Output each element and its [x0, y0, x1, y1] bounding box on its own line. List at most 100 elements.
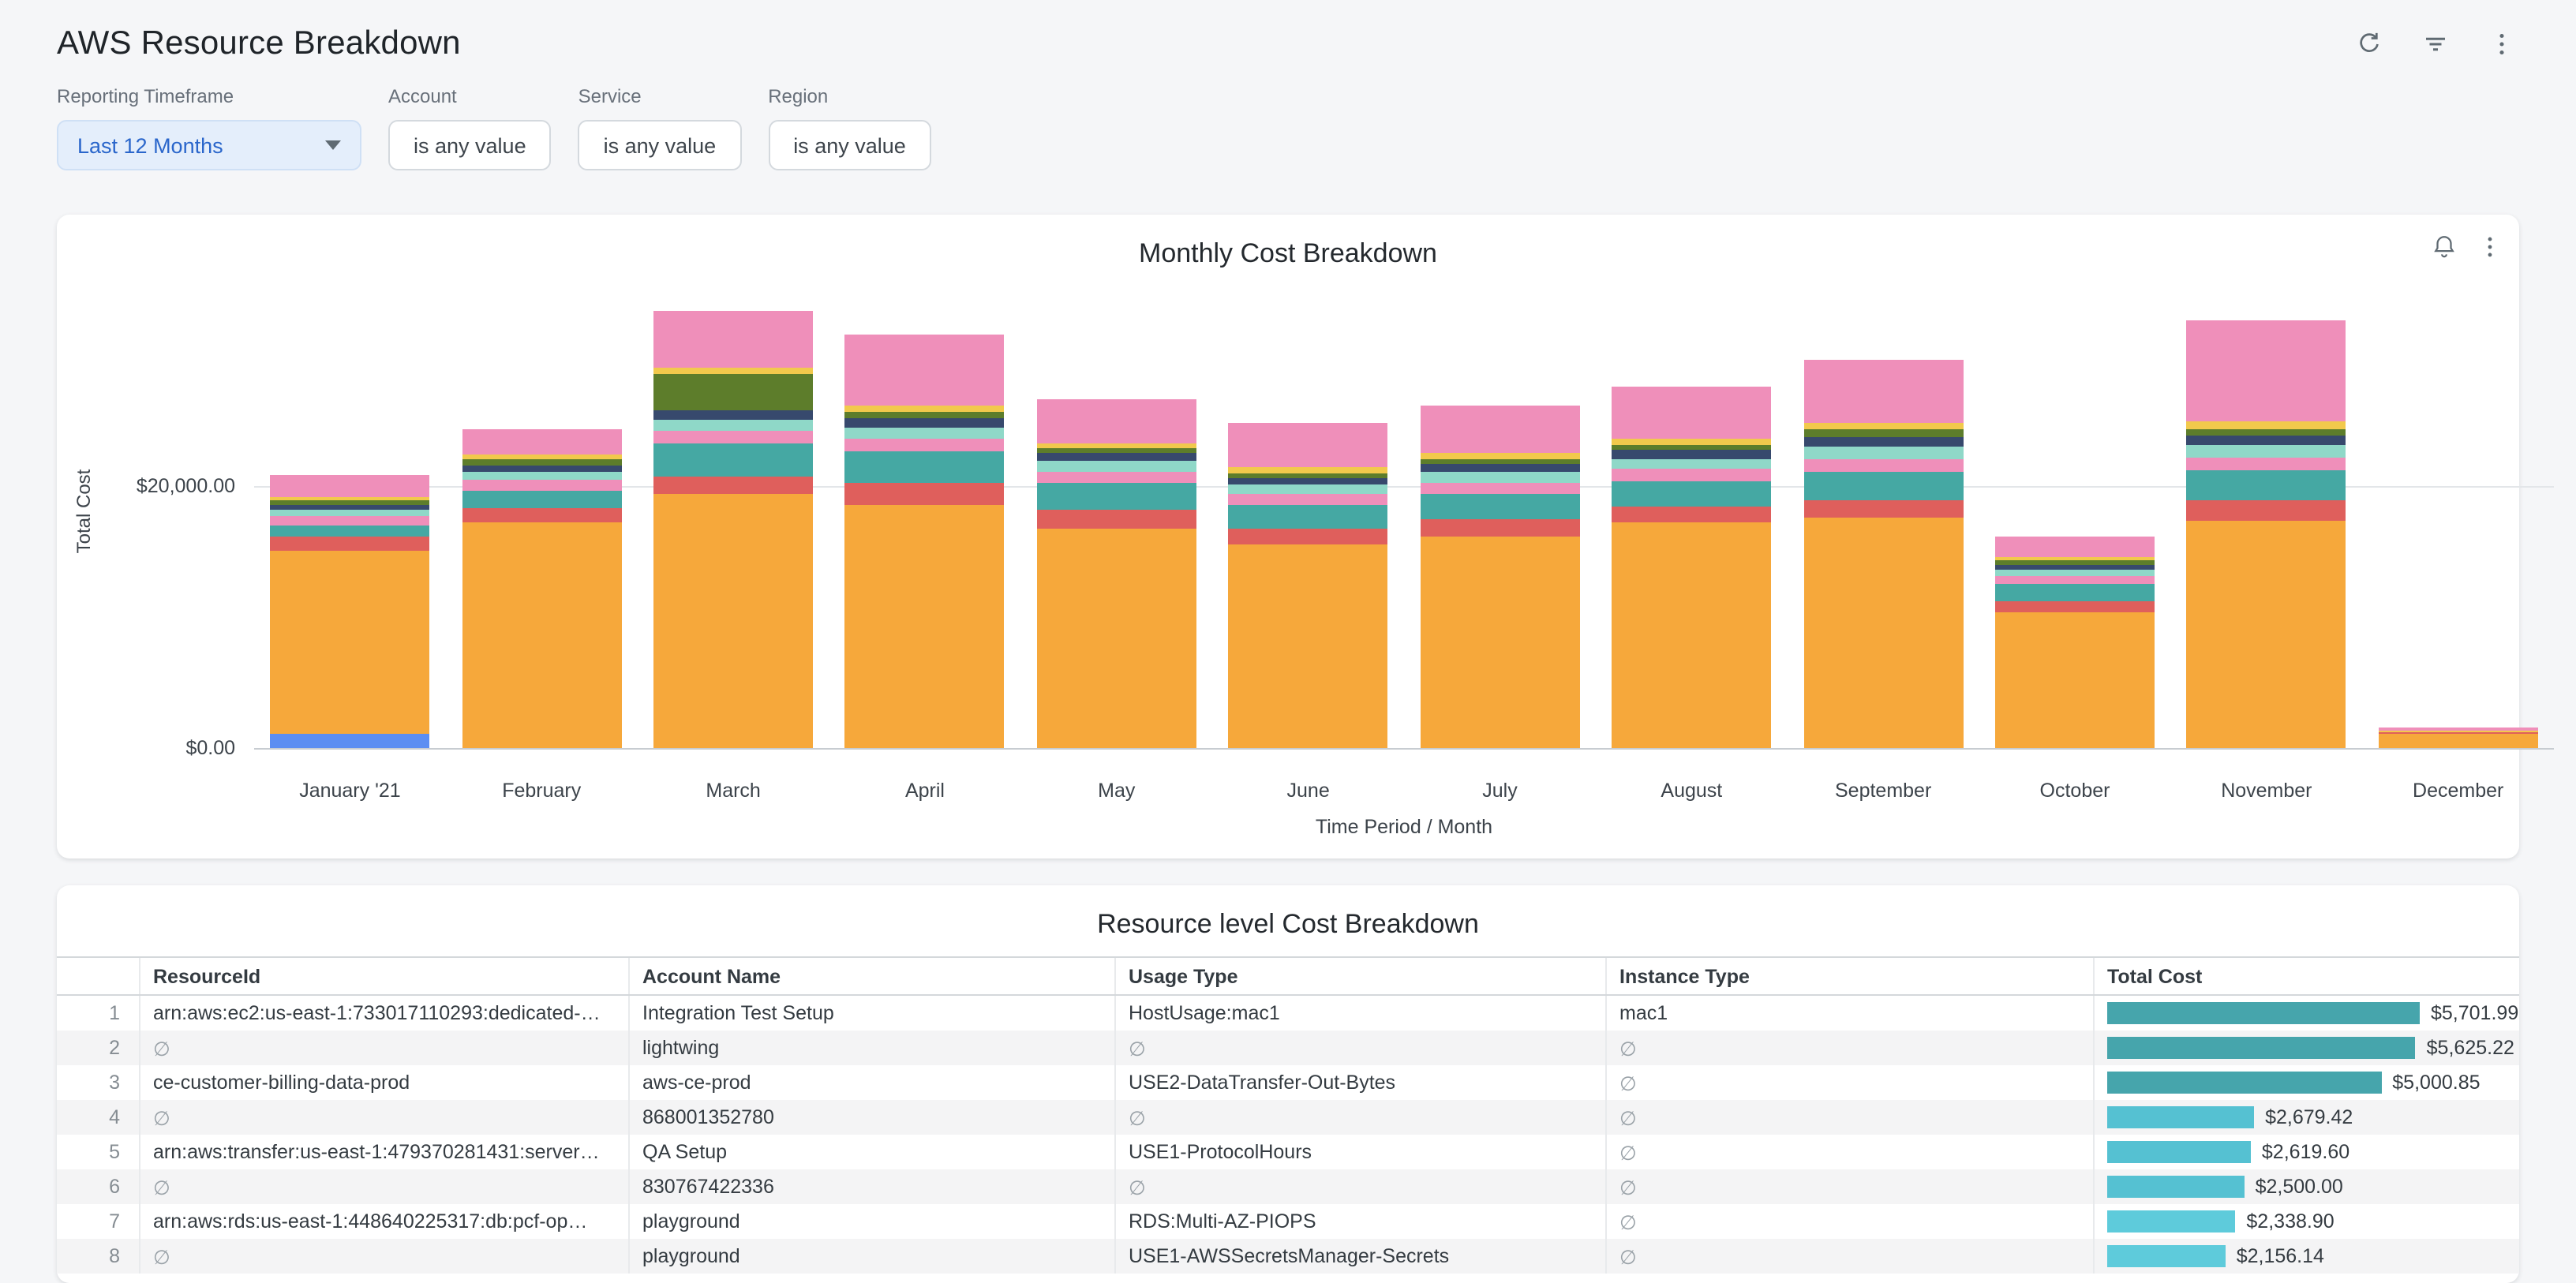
stacked-bar[interactable]: [270, 476, 429, 748]
bar-segment-amber[interactable]: [845, 504, 1005, 748]
bar-segment-pink-mid[interactable]: [1037, 472, 1196, 484]
bar-segment-red[interactable]: [1037, 510, 1196, 528]
table-row[interactable]: 8∅playgroundUSE1-AWSSecretsManager-Secre…: [57, 1239, 2519, 1274]
bar-segment-navy[interactable]: [270, 504, 429, 510]
table-row[interactable]: 7arn:aws:rds:us-east-1:448640225317:db:p…: [57, 1204, 2519, 1239]
refresh-button[interactable]: [2355, 30, 2383, 58]
bar-segment-amber[interactable]: [1803, 518, 1963, 748]
region-filter-button[interactable]: is any value: [768, 120, 931, 170]
bar-segment-amber[interactable]: [270, 550, 429, 733]
column-header[interactable]: Total Cost: [2093, 958, 2557, 994]
bar-segment-mint[interactable]: [1229, 484, 1388, 494]
bar-segment-olive[interactable]: [1612, 444, 1771, 450]
bar-segment-olive[interactable]: [1803, 430, 1963, 436]
bar-segment-mint[interactable]: [2187, 446, 2346, 458]
bar-segment-teal[interactable]: [845, 452, 1005, 484]
service-filter-button[interactable]: is any value: [578, 120, 742, 170]
bar-segment-red[interactable]: [1995, 601, 2155, 612]
bar-segment-pink[interactable]: [1612, 387, 1771, 439]
stacked-bar[interactable]: [1803, 359, 1963, 748]
bar-segment-pink-mid[interactable]: [2187, 458, 2346, 471]
table-row[interactable]: 1arn:aws:ec2:us-east-1:733017110293:dedi…: [57, 996, 2519, 1031]
bar-segment-pink[interactable]: [1803, 359, 1963, 423]
bar-segment-amber[interactable]: [1229, 544, 1388, 748]
bar-segment-red[interactable]: [1803, 500, 1963, 518]
bar-segment-teal[interactable]: [270, 526, 429, 537]
bar-segment-olive[interactable]: [1037, 448, 1196, 454]
bar-segment-amber[interactable]: [1995, 612, 2155, 748]
stacked-bar[interactable]: [1612, 387, 1771, 748]
table-row[interactable]: 2∅lightwing∅∅$5,625.22: [57, 1031, 2519, 1065]
column-header[interactable]: Instance Type: [1605, 958, 2093, 994]
bar-segment-mint[interactable]: [1995, 570, 2155, 576]
column-header[interactable]: Account Name: [628, 958, 1114, 994]
bar-segment-mint[interactable]: [1803, 447, 1963, 458]
bar-segment-yellow[interactable]: [462, 454, 621, 460]
bar-segment-pink-mid[interactable]: [1612, 469, 1771, 481]
bar-segment-olive[interactable]: [1420, 458, 1579, 464]
bar-segment-yellow[interactable]: [1420, 454, 1579, 459]
table-row[interactable]: 4∅868001352780∅∅$2,679.42: [57, 1100, 2519, 1135]
bar-segment-red[interactable]: [653, 477, 813, 494]
bar-segment-olive[interactable]: [845, 412, 1005, 418]
bar-segment-teal[interactable]: [1229, 504, 1388, 528]
bar-segment-red[interactable]: [2187, 500, 2346, 520]
bar-segment-pink[interactable]: [2187, 320, 2346, 421]
bar-segment-red[interactable]: [1229, 528, 1388, 544]
bar-segment-navy[interactable]: [462, 466, 621, 472]
stacked-bar[interactable]: [2379, 728, 2538, 748]
bar-segment-red[interactable]: [462, 508, 621, 522]
bar-segment-yellow[interactable]: [1229, 468, 1388, 473]
bar-segment-pink-mid[interactable]: [653, 431, 813, 443]
bar-segment-amber[interactable]: [1420, 536, 1579, 748]
filter-button[interactable]: [2421, 30, 2450, 58]
table-row[interactable]: 3ce-customer-billing-data-prodaws-ce-pro…: [57, 1065, 2519, 1100]
bar-segment-pink[interactable]: [1995, 537, 2155, 557]
bar-segment-pink-mid[interactable]: [1229, 494, 1388, 504]
bar-segment-teal[interactable]: [462, 490, 621, 508]
bar-segment-amber[interactable]: [1612, 523, 1771, 749]
bar-segment-yellow[interactable]: [845, 405, 1005, 411]
stacked-bar[interactable]: [845, 335, 1005, 748]
column-header[interactable]: ResourceId: [139, 958, 628, 994]
bar-segment-pink[interactable]: [1420, 406, 1579, 454]
bar-segment-navy[interactable]: [1995, 565, 2155, 570]
table-row[interactable]: 5arn:aws:transfer:us-east-1:479370281431…: [57, 1135, 2519, 1169]
bar-segment-pink[interactable]: [653, 311, 813, 367]
bar-segment-mint[interactable]: [462, 472, 621, 480]
bar-segment-pink-mid[interactable]: [270, 516, 429, 526]
bar-segment-yellow[interactable]: [1037, 443, 1196, 448]
chart-more-button[interactable]: [2477, 234, 2503, 260]
bar-segment-pink-mid[interactable]: [1995, 577, 2155, 585]
more-menu-button[interactable]: [2488, 30, 2516, 58]
stacked-bar[interactable]: [462, 430, 621, 748]
bar-segment-yellow[interactable]: [1612, 439, 1771, 444]
stacked-bar[interactable]: [1037, 400, 1196, 748]
bar-segment-yellow[interactable]: [1803, 423, 1963, 429]
bar-segment-mint[interactable]: [845, 427, 1005, 439]
bar-segment-teal[interactable]: [1612, 481, 1771, 507]
bar-segment-pink-mid[interactable]: [845, 439, 1005, 452]
stacked-bar[interactable]: [1229, 423, 1388, 748]
bar-segment-navy[interactable]: [1420, 464, 1579, 472]
bar-segment-pink[interactable]: [1037, 400, 1196, 443]
bar-segment-navy[interactable]: [1229, 478, 1388, 484]
bar-segment-teal[interactable]: [1037, 484, 1196, 510]
bar-segment-red[interactable]: [270, 537, 429, 551]
bar-segment-pink-mid[interactable]: [462, 480, 621, 490]
bar-segment-pink[interactable]: [462, 430, 621, 455]
bar-segment-olive[interactable]: [2187, 428, 2346, 435]
bar-segment-pink-mid[interactable]: [1420, 482, 1579, 494]
bar-segment-teal[interactable]: [1995, 585, 2155, 602]
bar-segment-olive[interactable]: [462, 460, 621, 466]
bar-segment-olive[interactable]: [1229, 473, 1388, 479]
bar-segment-teal[interactable]: [1803, 472, 1963, 501]
bar-segment-teal[interactable]: [653, 443, 813, 477]
bar-segment-amber[interactable]: [462, 523, 621, 749]
bar-segment-teal[interactable]: [1420, 494, 1579, 519]
stacked-bar[interactable]: [1995, 537, 2155, 748]
bar-segment-red[interactable]: [1420, 519, 1579, 537]
bar-segment-mint[interactable]: [1420, 472, 1579, 482]
bar-segment-pink[interactable]: [1229, 423, 1388, 467]
bar-segment-mint[interactable]: [653, 419, 813, 431]
